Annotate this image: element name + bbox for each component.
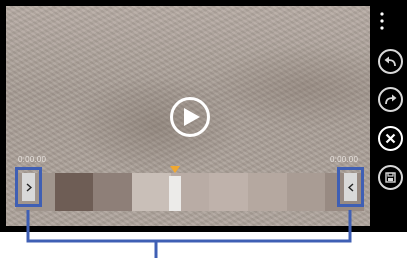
playhead[interactable] <box>169 176 181 211</box>
save-icon <box>385 172 396 183</box>
video-editor-screen: 0:00.00 0:00.00 <box>0 0 407 232</box>
more-vertical-icon[interactable] <box>380 12 384 30</box>
redo-icon <box>385 94 397 104</box>
redo-button[interactable] <box>378 87 403 112</box>
undo-icon <box>384 56 396 66</box>
filmstrip-frame <box>209 173 249 211</box>
filmstrip-frame <box>93 173 133 211</box>
playhead-marker-icon <box>170 166 180 173</box>
timeline-filmstrip[interactable] <box>16 173 365 211</box>
save-button[interactable] <box>378 165 403 190</box>
close-button[interactable] <box>378 126 403 151</box>
editor-toolbar <box>374 0 407 232</box>
play-icon <box>184 108 200 126</box>
filmstrip-frame <box>132 173 171 211</box>
filmstrip-frame <box>286 173 326 211</box>
trim-end-time: 0:00.00 <box>330 155 359 164</box>
trim-start-time: 0:00.00 <box>18 155 47 164</box>
trim-end-handle[interactable] <box>337 167 364 207</box>
play-button[interactable] <box>170 97 210 137</box>
filmstrip-frame <box>54 173 94 211</box>
chevron-left-icon <box>347 182 353 192</box>
close-icon <box>385 133 396 144</box>
filmstrip-frame <box>248 173 287 211</box>
chevron-right-icon <box>26 182 32 192</box>
trim-start-handle[interactable] <box>15 167 42 207</box>
undo-button[interactable] <box>378 49 403 74</box>
